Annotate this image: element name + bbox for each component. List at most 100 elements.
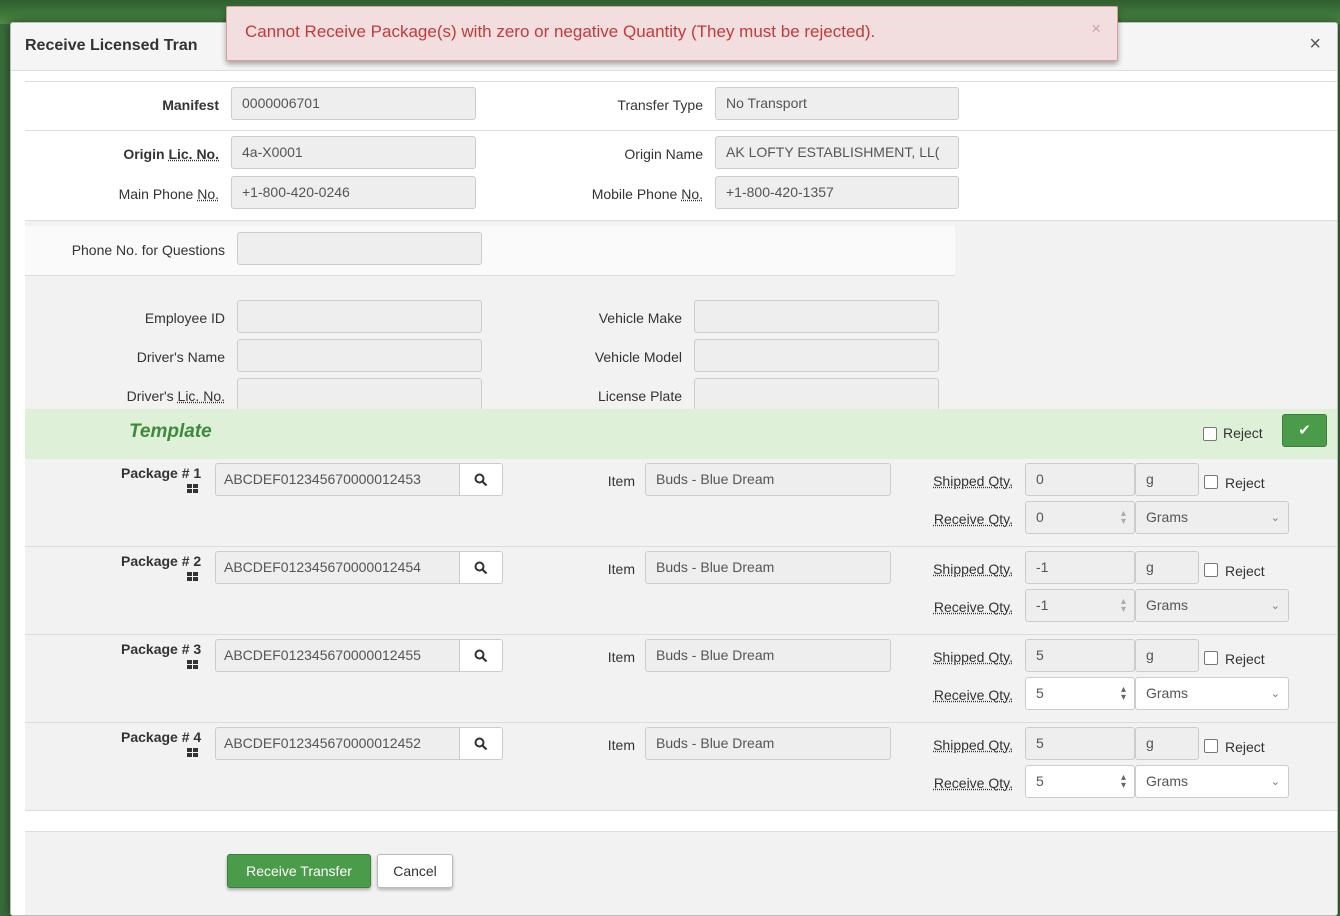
transfer-type-field[interactable]: No Transport <box>715 87 959 120</box>
receive-unit-select[interactable]: Grams ⌄ <box>1135 589 1289 622</box>
receive-transfer-button[interactable]: Receive Transfer <box>227 854 371 888</box>
employee-id-label: Employee ID <box>144 310 225 326</box>
shipped-qty-text: Shipped Qty. <box>933 737 1013 753</box>
item-field[interactable]: Buds - Blue Dream <box>645 727 891 760</box>
package-tag-field[interactable]: ABCDEF012345670000012454 <box>215 551 461 584</box>
grid-icon[interactable] <box>187 572 198 582</box>
package-tag-field[interactable]: ABCDEF012345670000012453 <box>215 463 461 496</box>
shipped-unit-field[interactable]: g <box>1135 639 1199 672</box>
reject-label: Reject <box>1225 475 1265 491</box>
shipped-qty-text: Shipped Qty. <box>933 473 1013 489</box>
drivers-name-label: Driver's Name <box>136 349 225 365</box>
package-label: Package # 1 <box>121 465 202 481</box>
shipped-unit-field[interactable]: g <box>1135 551 1199 584</box>
manifest-label: Manifest <box>162 97 219 113</box>
receive-unit-select[interactable]: Grams ⌄ <box>1135 501 1289 534</box>
item-label: Item <box>607 473 635 489</box>
employee-id-field[interactable] <box>237 300 482 333</box>
vehicle-model-field[interactable] <box>694 339 939 372</box>
drivers-lic-label: Driver's Lic. No. <box>65 388 225 404</box>
drivers-lic-label-text: Driver's <box>126 388 178 404</box>
item-field[interactable]: Buds - Blue Dream <box>645 551 891 584</box>
receive-unit-value: Grams <box>1146 685 1188 701</box>
receive-qty-value: 5 <box>1036 773 1044 789</box>
manifest-section: Manifest 0000006701 Transfer Type No Tra… <box>25 81 1337 131</box>
receive-qty-label: Receive Qty. <box>905 687 1013 703</box>
shipped-unit-field[interactable]: g <box>1135 463 1199 496</box>
modal-footer: Receive Transfer Cancel <box>25 831 1337 915</box>
item-label: Item <box>607 649 635 665</box>
reject-checkbox[interactable] <box>1204 475 1218 489</box>
vehicle-make-label: Vehicle Make <box>598 310 682 326</box>
grid-icon[interactable] <box>187 484 198 494</box>
driver-section: Phone No. for Questions Employee ID Vehi… <box>25 221 1337 411</box>
receive-unit-value: Grams <box>1146 773 1188 789</box>
shipped-unit-field[interactable]: g <box>1135 727 1199 760</box>
grid-icon[interactable] <box>187 660 198 670</box>
spinner-icon[interactable]: ▴ ▾ <box>1121 685 1126 703</box>
template-reject-checkbox[interactable] <box>1203 427 1217 441</box>
item-field[interactable]: Buds - Blue Dream <box>645 463 891 496</box>
search-button[interactable] <box>459 551 503 584</box>
reject-checkbox[interactable] <box>1204 739 1218 753</box>
package-label: Package # 3 <box>121 641 202 657</box>
shipped-qty-field[interactable]: 0 <box>1025 463 1135 496</box>
receive-unit-select[interactable]: Grams ⌄ <box>1135 677 1289 710</box>
phone-questions-box: Phone No. for Questions <box>25 226 955 276</box>
template-apply-button[interactable]: ✔ <box>1282 414 1327 447</box>
package-tag-field[interactable]: ABCDEF012345670000012455 <box>215 639 461 672</box>
package-row: Package # 1 ABCDEF012345670000012453 Ite… <box>25 459 1337 547</box>
origin-name-field[interactable]: AK LOFTY ESTABLISHMENT, LL( <box>715 136 959 169</box>
receive-qty-text: Receive Qty. <box>933 775 1013 791</box>
receive-qty-label: Receive Qty. <box>905 511 1013 527</box>
receive-qty-value: -1 <box>1036 597 1049 613</box>
receive-unit-select[interactable]: Grams ⌄ <box>1135 765 1289 798</box>
cancel-button[interactable]: Cancel <box>377 854 453 888</box>
vehicle-model-label: Vehicle Model <box>594 349 682 365</box>
reject-label: Reject <box>1225 651 1265 667</box>
search-button[interactable] <box>459 727 503 760</box>
grid-icon[interactable] <box>187 748 198 758</box>
mobile-phone-field[interactable]: +1-800-420-1357 <box>715 176 959 209</box>
close-icon[interactable]: × <box>1309 33 1321 56</box>
manifest-field[interactable]: 0000006701 <box>231 87 476 120</box>
package-row: Package # 4 ABCDEF012345670000012452 Ite… <box>25 723 1337 811</box>
reject-label: Reject <box>1225 563 1265 579</box>
package-label: Package # 4 <box>121 729 202 745</box>
spinner-icon[interactable]: ▴ ▾ <box>1121 509 1126 527</box>
item-label: Item <box>607 561 635 577</box>
receive-unit-value: Grams <box>1146 597 1188 613</box>
reject-checkbox[interactable] <box>1204 651 1218 665</box>
shipped-qty-field[interactable]: -1 <box>1025 551 1135 584</box>
reject-checkbox[interactable] <box>1204 563 1218 577</box>
shipped-qty-field[interactable]: 5 <box>1025 727 1135 760</box>
license-plate-field[interactable] <box>694 378 939 411</box>
chevron-down-icon: ⌄ <box>1270 688 1280 700</box>
receive-qty-field[interactable]: 5 ▴ ▾ <box>1025 765 1135 798</box>
receive-unit-value: Grams <box>1146 509 1188 525</box>
receive-qty-value: 5 <box>1036 685 1044 701</box>
phone-questions-label: Phone No. for Questions <box>71 242 225 258</box>
shipped-qty-field[interactable]: 5 <box>1025 639 1135 672</box>
origin-lic-field[interactable]: 4a-X0001 <box>231 136 476 169</box>
phone-questions-field[interactable] <box>237 232 482 265</box>
package-tag-field[interactable]: ABCDEF012345670000012452 <box>215 727 461 760</box>
drivers-name-field[interactable] <box>237 339 482 372</box>
main-phone-field[interactable]: +1-800-420-0246 <box>231 176 476 209</box>
shipped-qty-label: Shipped Qty. <box>905 737 1013 753</box>
drivers-lic-field[interactable] <box>237 378 482 411</box>
package-row: Package # 3 ABCDEF012345670000012455 Ite… <box>25 635 1337 723</box>
shipped-qty-label: Shipped Qty. <box>905 473 1013 489</box>
search-button[interactable] <box>459 463 503 496</box>
receive-qty-field[interactable]: -1 ▴ ▾ <box>1025 589 1135 622</box>
spinner-icon[interactable]: ▴ ▾ <box>1121 597 1126 615</box>
mobile-phone-label: Mobile Phone No. <box>525 186 703 202</box>
spinner-icon[interactable]: ▴ ▾ <box>1121 773 1126 791</box>
close-icon[interactable]: × <box>1091 19 1101 39</box>
receive-qty-field[interactable]: 0 ▴ ▾ <box>1025 501 1135 534</box>
vehicle-make-field[interactable] <box>694 300 939 333</box>
receive-qty-field[interactable]: 5 ▴ ▾ <box>1025 677 1135 710</box>
template-title: Template <box>129 421 212 442</box>
search-button[interactable] <box>459 639 503 672</box>
item-field[interactable]: Buds - Blue Dream <box>645 639 891 672</box>
